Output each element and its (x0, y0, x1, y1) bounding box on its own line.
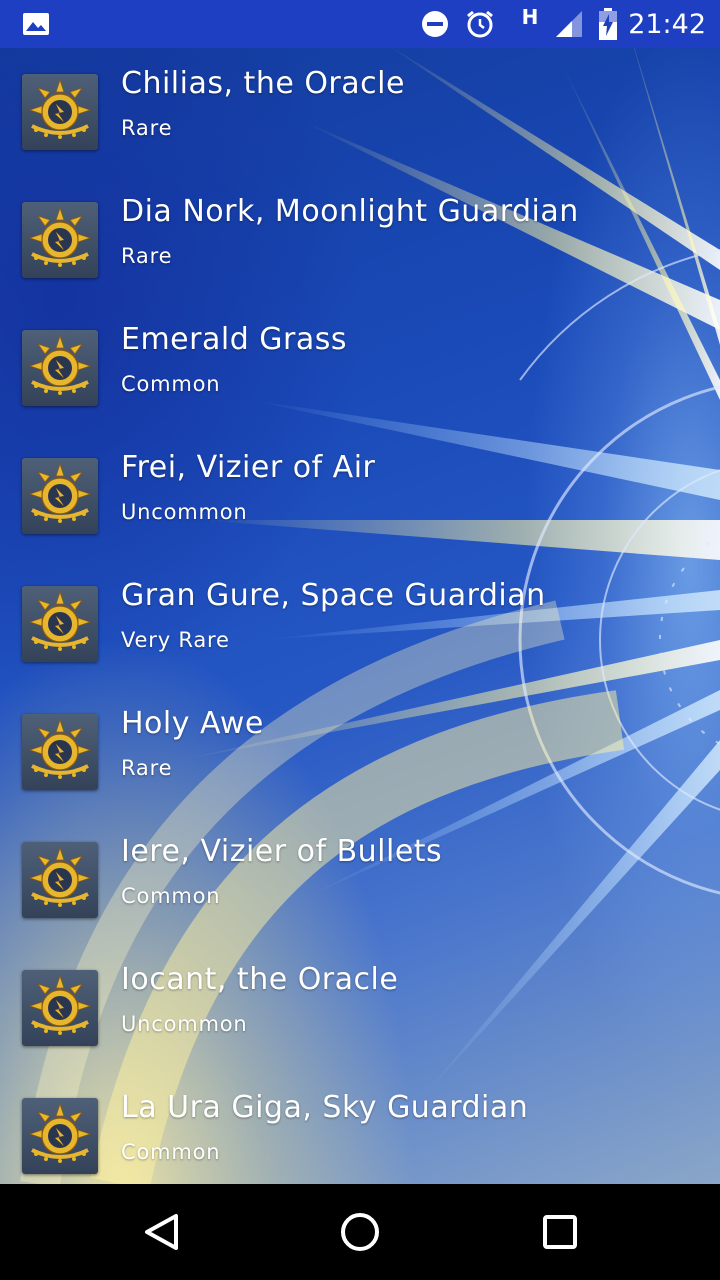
do-not-disturb-icon (420, 0, 450, 48)
card-icon-tile (22, 330, 98, 406)
back-button[interactable] (120, 1198, 200, 1266)
back-icon (145, 1214, 178, 1250)
card-name: Iocant, the Oracle (121, 962, 399, 997)
card-rarity: Uncommon (121, 500, 248, 524)
navigation-bar (0, 1184, 720, 1280)
card-rarity: Uncommon (121, 1012, 248, 1036)
battery-charging-icon (596, 0, 620, 48)
recents-button[interactable] (520, 1198, 600, 1266)
home-button[interactable] (320, 1198, 400, 1266)
card-list-item[interactable]: Chilias, the Oracle Rare (0, 48, 720, 176)
card-list-item[interactable]: Iocant, the Oracle Uncommon (0, 944, 720, 1072)
card-list-item[interactable]: Iere, Vizier of Bullets Common (0, 816, 720, 944)
card-icon-tile (22, 1098, 98, 1174)
screen: H 21:42 Chilias, the Oracle Rare Dia Nor… (0, 0, 720, 1280)
light-civilization-sun-icon (28, 590, 92, 651)
card-list-item[interactable]: Emerald Grass Common (0, 304, 720, 432)
card-name: Gran Gure, Space Guardian (121, 578, 546, 613)
card-list-item[interactable]: Frei, Vizier of Air Uncommon (0, 432, 720, 560)
card-rarity: Common (121, 372, 221, 396)
signal-icon (552, 0, 586, 48)
light-civilization-sun-icon (28, 206, 92, 267)
light-civilization-sun-icon (28, 78, 92, 139)
light-civilization-sun-icon (28, 974, 92, 1035)
card-list-item[interactable]: Gran Gure, Space Guardian Very Rare (0, 560, 720, 688)
card-name: Iere, Vizier of Bullets (121, 834, 443, 869)
card-name: Emerald Grass (121, 322, 347, 357)
home-icon (341, 1213, 379, 1251)
recents-icon (543, 1215, 577, 1249)
network-type-label: H (521, 5, 539, 29)
card-list-item[interactable]: Dia Nork, Moonlight Guardian Rare (0, 176, 720, 304)
card-rarity: Very Rare (121, 628, 230, 652)
light-civilization-sun-icon (28, 1102, 92, 1163)
card-rarity: Rare (121, 756, 173, 780)
card-name: La Ura Giga, Sky Guardian (121, 1090, 529, 1125)
light-civilization-sun-icon (28, 718, 92, 779)
card-list-item[interactable]: Holy Awe Rare (0, 688, 720, 816)
card-list-item[interactable]: La Ura Giga, Sky Guardian Common (0, 1072, 720, 1184)
status-time: 21:42 (628, 8, 706, 40)
card-rarity: Rare (121, 244, 173, 268)
card-list[interactable]: Chilias, the Oracle Rare Dia Nork, Moonl… (0, 48, 720, 1184)
card-rarity: Common (121, 1140, 221, 1164)
card-icon-tile (22, 586, 98, 662)
card-name: Dia Nork, Moonlight Guardian (121, 194, 579, 229)
alarm-icon (464, 0, 496, 48)
card-icon-tile (22, 714, 98, 790)
card-icon-tile (22, 74, 98, 150)
card-rarity: Common (121, 884, 221, 908)
card-name: Chilias, the Oracle (121, 66, 405, 101)
card-name: Frei, Vizier of Air (121, 450, 376, 485)
card-icon-tile (22, 202, 98, 278)
card-icon-tile (22, 458, 98, 534)
light-civilization-sun-icon (28, 846, 92, 907)
status-bar: H 21:42 (0, 0, 720, 48)
card-icon-tile (22, 970, 98, 1046)
card-rarity: Rare (121, 116, 173, 140)
card-icon-tile (22, 842, 98, 918)
card-name: Holy Awe (121, 706, 264, 741)
light-civilization-sun-icon (28, 334, 92, 395)
light-civilization-sun-icon (28, 462, 92, 523)
image-icon (20, 0, 52, 48)
